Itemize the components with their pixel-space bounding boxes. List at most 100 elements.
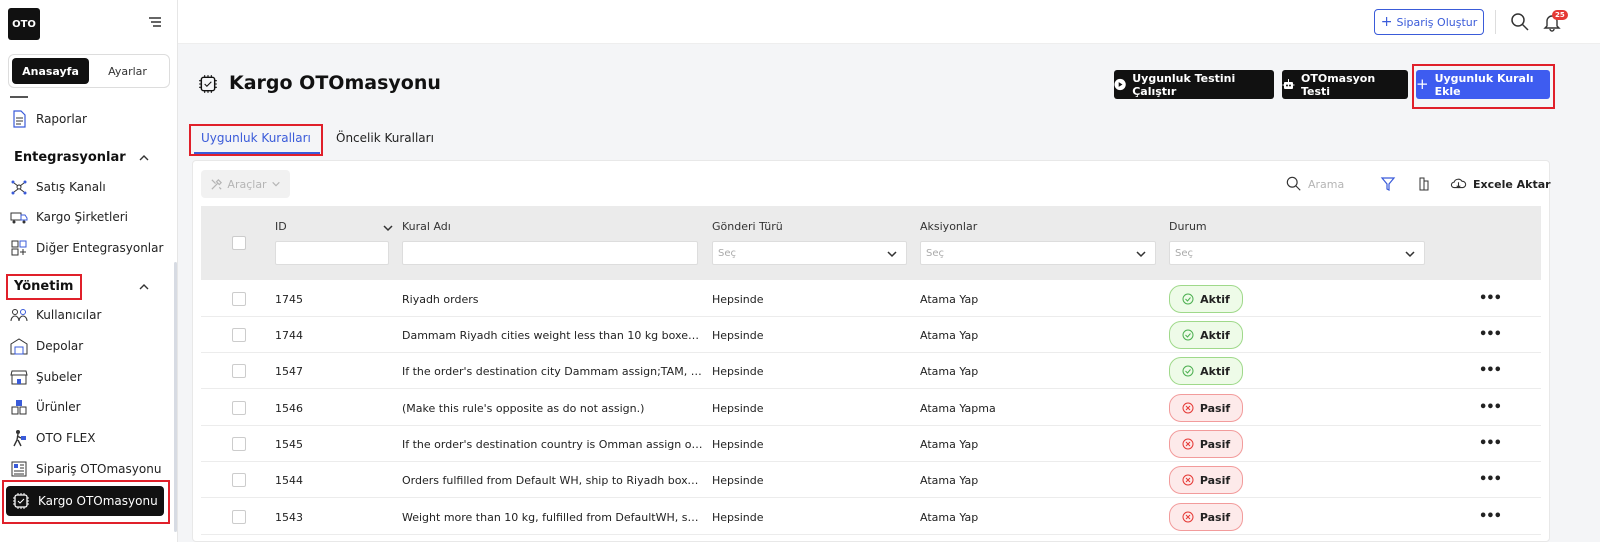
- x-circle-icon: [1182, 511, 1194, 523]
- app-logo[interactable]: OTO: [8, 8, 40, 40]
- create-order-button[interactable]: + Sipariş Oluştur: [1374, 9, 1484, 35]
- sidebar-item-warehouses[interactable]: Depolar: [10, 334, 83, 358]
- chevron-up-icon[interactable]: [138, 152, 150, 164]
- row-checkbox[interactable]: [232, 364, 246, 378]
- row-checkbox[interactable]: [232, 292, 246, 306]
- columns-icon[interactable]: [1416, 176, 1432, 192]
- table-row[interactable]: 1545 If the order's destination country i…: [201, 426, 1541, 462]
- column-header-actions[interactable]: Aksiyonlar: [920, 220, 977, 233]
- filter-actions-select[interactable]: Seç: [920, 241, 1156, 265]
- sidebar-tab-home[interactable]: Anasayfa: [12, 58, 89, 84]
- table-row[interactable]: 1546 (Make this rule's opposite as do not…: [201, 390, 1541, 426]
- sidebar-item-cargo-companies[interactable]: Kargo Şirketleri: [10, 205, 128, 229]
- sidebar-item-label: Depolar: [36, 339, 84, 353]
- cell-rule-name[interactable]: Weight more than 10 kg, fulfilled from D…: [402, 511, 704, 524]
- x-circle-icon: [1182, 438, 1194, 450]
- status-badge[interactable]: Aktif: [1169, 285, 1243, 313]
- menu-collapse-icon[interactable]: [148, 15, 162, 29]
- sidebar-tabs: Anasayfa Ayarlar: [8, 54, 170, 88]
- status-badge[interactable]: Pasif: [1169, 466, 1243, 494]
- table-row[interactable]: 1745 Riyadh orders Hepsinde Atama Yap Aktif •…: [201, 281, 1541, 317]
- check-circle-icon: [1182, 365, 1194, 377]
- row-checkbox[interactable]: [232, 401, 246, 415]
- x-circle-icon: [1182, 474, 1194, 486]
- more-actions-icon[interactable]: •••: [1479, 291, 1502, 306]
- tools-icon: [211, 178, 223, 190]
- column-header-status[interactable]: Durum: [1169, 220, 1207, 233]
- status-badge[interactable]: Pasif: [1169, 394, 1243, 422]
- tab-priority-rules[interactable]: Öncelik Kuralları: [336, 131, 434, 145]
- highlight-box: [2, 480, 170, 524]
- export-excel-button[interactable]: Excele Aktar: [1450, 176, 1551, 192]
- table-row[interactable]: 1543 Weight more than 10 kg, fulfilled fr…: [201, 499, 1541, 535]
- sidebar-tab-settings[interactable]: Ayarlar: [89, 58, 166, 84]
- cell-rule-name[interactable]: Riyadh orders: [402, 293, 704, 306]
- cell-id: 1547: [275, 365, 303, 378]
- sidebar-item-label: Şubeler: [36, 370, 82, 384]
- sidebar-item-order-automation[interactable]: Sipariş OTOmasyonu: [10, 457, 161, 481]
- play-icon: [1114, 78, 1126, 91]
- sidebar-item-users[interactable]: Kullanıcılar: [10, 303, 101, 327]
- column-header-shipment-type[interactable]: Gönderi Türü: [712, 220, 783, 233]
- more-actions-icon[interactable]: •••: [1479, 436, 1502, 451]
- automation-test-button[interactable]: OTOmasyon Testi: [1282, 70, 1408, 99]
- cell-rule-name[interactable]: Orders fulfilled from Default WH, ship t…: [402, 474, 704, 487]
- row-checkbox[interactable]: [232, 437, 246, 451]
- sidebar-item-reports[interactable]: Raporlar: [10, 107, 87, 131]
- highlight-box: [189, 124, 323, 156]
- table-row[interactable]: 1544 Orders fulfilled from Default WH, sh…: [201, 462, 1541, 498]
- run-eligibility-test-button[interactable]: Uygunluk Testini Çalıştır: [1114, 70, 1274, 99]
- cell-id: 1745: [275, 293, 303, 306]
- column-header-id[interactable]: ID: [275, 220, 287, 233]
- table-row[interactable]: 1744 Dammam Riyadh cities weight less tha…: [201, 317, 1541, 353]
- status-badge[interactable]: Aktif: [1169, 321, 1243, 349]
- sidebar-item-products[interactable]: Ürünler: [10, 395, 81, 419]
- status-badge[interactable]: Pasif: [1169, 503, 1243, 531]
- sidebar-scrollbar[interactable]: [174, 262, 177, 532]
- more-actions-icon[interactable]: •••: [1479, 363, 1502, 378]
- status-label: Pasif: [1199, 473, 1231, 487]
- network-icon: [11, 180, 27, 195]
- grid-plus-icon: [11, 240, 27, 256]
- cell-rule-name[interactable]: (Make this rule's opposite as do not ass…: [402, 402, 704, 415]
- cell-rule-name[interactable]: Dammam Riyadh cities weight less than 10…: [402, 329, 704, 342]
- section-integrations[interactable]: Entegrasyonlar: [14, 150, 126, 165]
- cell-rule-name[interactable]: If the order's destination country is Om…: [402, 438, 704, 451]
- notification-badge: 25: [1552, 10, 1568, 20]
- sidebar-item-branches[interactable]: Şubeler: [10, 365, 82, 389]
- search-icon[interactable]: [1510, 12, 1530, 32]
- sidebar-item-sales-channel[interactable]: Satış Kanalı: [10, 175, 106, 199]
- filter-status-select[interactable]: Seç: [1169, 241, 1425, 265]
- sidebar-item-oto-flex[interactable]: OTO FLEX: [10, 426, 95, 450]
- more-actions-icon[interactable]: •••: [1479, 400, 1502, 415]
- row-checkbox[interactable]: [232, 328, 246, 342]
- filter-shipment-type-select[interactable]: Seç: [712, 241, 907, 265]
- chevron-up-icon[interactable]: [138, 281, 150, 293]
- filter-icon[interactable]: [1380, 176, 1396, 192]
- more-actions-icon[interactable]: •••: [1479, 327, 1502, 342]
- tools-dropdown[interactable]: Araçlar: [201, 170, 290, 198]
- chevron-down-icon: [1405, 251, 1415, 258]
- store-icon: [10, 370, 28, 385]
- column-header-rule-name[interactable]: Kural Adı: [402, 220, 451, 233]
- row-checkbox[interactable]: [232, 510, 246, 524]
- cell-id: 1744: [275, 329, 303, 342]
- scroll-edge-divider: [10, 96, 28, 98]
- table-row[interactable]: 1547 If the order's destination city Damm…: [201, 353, 1541, 389]
- table-search[interactable]: Arama: [1286, 176, 1344, 192]
- filter-id-input[interactable]: [275, 241, 389, 265]
- more-actions-icon[interactable]: •••: [1479, 509, 1502, 524]
- row-checkbox[interactable]: [232, 473, 246, 487]
- sidebar-item-label: Sipariş OTOmasyonu: [36, 462, 162, 476]
- sidebar-item-label: Satış Kanalı: [36, 180, 106, 194]
- status-badge[interactable]: Pasif: [1169, 430, 1243, 458]
- status-badge[interactable]: Aktif: [1169, 357, 1243, 385]
- filter-rule-name-input[interactable]: [402, 241, 698, 265]
- chevron-down-icon[interactable]: [382, 222, 394, 234]
- sidebar-item-other-integrations[interactable]: Diğer Entegrasyonlar: [10, 236, 163, 260]
- status-label: Aktif: [1200, 364, 1230, 378]
- select-all-checkbox[interactable]: [232, 236, 246, 250]
- status-label: Pasif: [1199, 437, 1231, 451]
- more-actions-icon[interactable]: •••: [1479, 472, 1502, 487]
- cell-rule-name[interactable]: If the order's destination city Dammam a…: [402, 365, 704, 378]
